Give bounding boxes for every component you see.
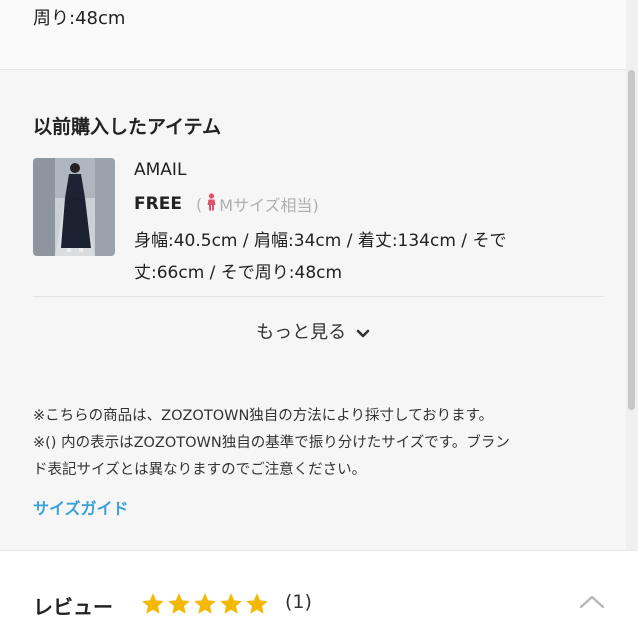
size-hint-text: Mサイズ相当) — [219, 196, 319, 215]
size-hint-open: ( — [195, 194, 203, 214]
purchased-item[interactable]: AMAIL FREE ( Mサイズ相当) 身幅:40.5cm / 肩幅:34cm… — [0, 156, 626, 296]
show-more-button[interactable]: もっと見る — [0, 318, 626, 344]
chevron-up-icon[interactable] — [578, 593, 606, 615]
review-stars — [140, 591, 270, 617]
section-title: 以前購入したアイテム — [33, 116, 222, 138]
size-equivalent-hint: ( Mサイズ相当) — [196, 192, 319, 216]
note-line: ※() 内の表示はZOZOTOWN独自の基準で振り分けたサイズです。ブラン — [33, 435, 510, 451]
show-more-label: もっと見る — [256, 322, 347, 343]
star-icon — [220, 593, 242, 614]
purchased-items-section: 以前購入したアイテム AMAIL FREE (Mサイズ相当) 身幅:40.5c… — [0, 70, 626, 550]
item-thumbnail[interactable] — [33, 158, 115, 256]
chevron-down-icon — [356, 323, 370, 344]
scrollbar-thumb[interactable] — [628, 70, 635, 410]
note-line: ※こちらの商品は、ZOZOTOWN独自の方法により採寸しております。 — [33, 408, 494, 424]
star-icon — [142, 593, 164, 614]
item-size-line: FREE ( Mサイズ相当) — [134, 192, 319, 216]
review-title: レビュー — [33, 595, 113, 619]
divider — [33, 296, 604, 297]
star-icon — [168, 593, 190, 614]
person-icon — [207, 193, 216, 215]
measurement-tail-text: 周り:48cm — [33, 8, 126, 29]
item-size: FREE — [134, 194, 182, 214]
star-icon — [246, 593, 268, 614]
size-guide-link[interactable]: サイズガイド — [33, 495, 129, 519]
item-spec-line-1: 身幅:40.5cm / 肩幅:34cm / 着丈:134cm / そで — [134, 231, 507, 251]
measurement-notes: ※こちらの商品は、ZOZOTOWN独自の方法により採寸しております。 ※() 内… — [33, 403, 613, 484]
item-brand: AMAIL — [134, 160, 187, 180]
note-line: ド表記サイズとは異なりますのでご注意ください。 — [33, 462, 367, 478]
review-count: (1) — [285, 591, 312, 613]
review-header[interactable]: レビュー (1) — [0, 550, 638, 638]
previous-section-tail: 周り:48cm — [0, 0, 626, 70]
star-icon — [194, 593, 216, 614]
item-spec-line-2: 丈:66cm / そで周り:48cm — [134, 263, 343, 283]
